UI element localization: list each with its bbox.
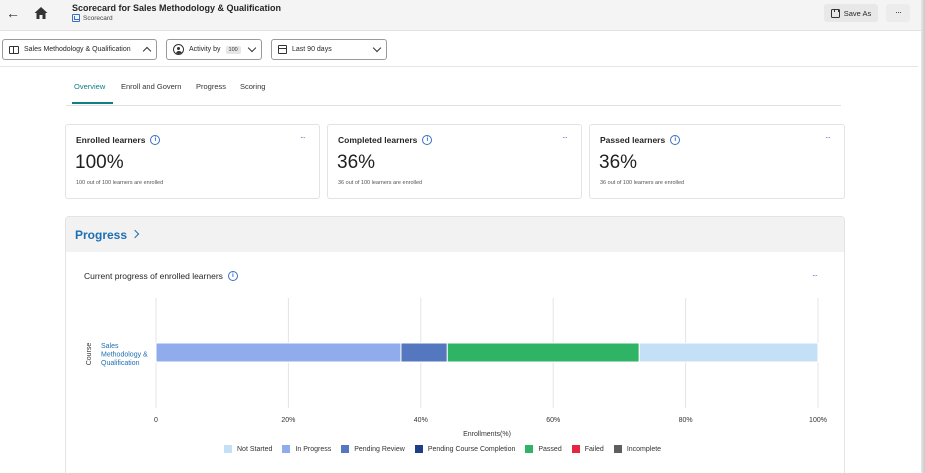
- legend-item[interactable]: Incomplete: [613, 445, 662, 453]
- card-menu-button[interactable]: ···: [825, 133, 831, 142]
- page-subtitle: Scorecard: [72, 14, 113, 22]
- user-icon: [173, 44, 184, 55]
- chevron-down-icon: [247, 43, 257, 53]
- save-as-label: Save As: [843, 8, 872, 18]
- legend-item[interactable]: Pending Course Completion: [414, 445, 516, 453]
- book-icon: [9, 45, 19, 54]
- progress-panel-header: [66, 217, 844, 252]
- kpi-title: Passed learners: [600, 135, 666, 145]
- kpi-heading: Completed learners i: [338, 135, 433, 145]
- legend-item[interactable]: In Progress: [282, 445, 331, 453]
- progress-panel: Progress Current progress of enrolled le…: [65, 216, 845, 473]
- legend-label: Failed: [584, 445, 604, 453]
- tab-progress[interactable]: Progress: [196, 82, 226, 91]
- info-icon[interactable]: i: [422, 135, 433, 145]
- info-icon[interactable]: i: [670, 135, 681, 145]
- more-options-button[interactable]: ···: [886, 4, 910, 22]
- card-menu-button[interactable]: ···: [300, 133, 306, 142]
- save-icon: [830, 8, 840, 18]
- course-filter-dropdown[interactable]: Sales Methodology & Qualification: [2, 39, 157, 60]
- kpi-heading: Enrolled learners i: [76, 135, 161, 145]
- kpi-note: 36 out of 100 learners are enrolled: [338, 180, 423, 186]
- legend-swatch: [613, 445, 622, 453]
- tab-enroll-and-govern[interactable]: Enroll and Govern: [121, 82, 181, 91]
- legend-label: Passed: [538, 445, 562, 453]
- kpi-note: 100 out of 100 learners are enrolled: [76, 180, 164, 186]
- window-edge: [921, 0, 925, 473]
- legend-swatch: [282, 445, 291, 453]
- page-title: Scorecard for Sales Methodology & Qualif…: [72, 3, 282, 13]
- legend-swatch: [224, 445, 232, 453]
- date-range-dropdown[interactable]: Last 90 days: [271, 39, 387, 60]
- chart-title: Current progress of enrolled learners: [84, 271, 223, 281]
- kpi-note: 36 out of 100 learners are enrolled: [600, 180, 685, 186]
- legend-item[interactable]: Pending Review: [341, 445, 405, 453]
- legend-swatch: [525, 445, 534, 453]
- activity-filter-dropdown[interactable]: Activity by 100: [166, 39, 262, 60]
- scorecard-icon: [72, 14, 80, 22]
- divider: [0, 66, 918, 67]
- chevron-up-icon: [142, 46, 152, 56]
- kpi-card-passed: Passed learners i ··· 36% 36 out of 100 …: [589, 124, 845, 199]
- kpi-card-completed: Completed learners i ··· 36% 36 out of 1…: [327, 124, 582, 199]
- tab-overview[interactable]: Overview: [74, 82, 105, 91]
- legend-label: Pending Course Completion: [427, 445, 516, 453]
- legend-label: Incomplete: [626, 445, 662, 453]
- card-menu-button[interactable]: ···: [562, 133, 568, 142]
- legend-label: In Progress: [295, 445, 332, 453]
- legend-label: Pending Review: [354, 445, 405, 453]
- date-range-value: Last 90 days: [292, 46, 332, 53]
- save-as-button[interactable]: Save As: [824, 4, 878, 22]
- legend-swatch: [571, 445, 580, 453]
- tab-bar: Overview Enroll and Govern Progress Scor…: [66, 80, 841, 106]
- legend-item[interactable]: Failed: [571, 445, 604, 453]
- legend-item[interactable]: Not Started: [224, 445, 272, 453]
- top-bar: ← Scorecard for Sales Methodology & Qual…: [0, 0, 925, 31]
- home-icon[interactable]: [31, 4, 51, 22]
- chart-legend: Not Started In Progress Pending Review Pend…: [224, 445, 661, 453]
- kpi-card-enrolled: Enrolled learners i ··· 100% 100 out of …: [65, 124, 320, 199]
- page-subtitle-label: Scorecard: [83, 14, 113, 22]
- kpi-value: 36%: [337, 152, 376, 173]
- calendar-icon: [278, 45, 287, 54]
- legend-item[interactable]: Passed: [525, 445, 562, 453]
- legend-swatch: [414, 445, 423, 453]
- info-icon[interactable]: i: [227, 271, 238, 281]
- kpi-title: Enrolled learners: [76, 135, 146, 145]
- activity-count-badge: 100: [225, 45, 241, 54]
- progress-section-link[interactable]: Progress: [75, 228, 127, 242]
- kpi-title: Completed learners: [338, 135, 418, 145]
- kpi-value: 100%: [75, 152, 124, 173]
- chart-heading: Current progress of enrolled learners i: [84, 271, 238, 281]
- kpi-value: 36%: [599, 152, 638, 173]
- back-arrow-icon[interactable]: ←: [4, 4, 22, 22]
- legend-swatch: [341, 445, 350, 453]
- course-filter-value: Sales Methodology & Qualification: [24, 46, 131, 53]
- tab-scoring[interactable]: Scoring: [240, 82, 265, 91]
- chevron-down-icon: [372, 43, 382, 53]
- active-tab-indicator: [72, 102, 113, 104]
- kpi-heading: Passed learners i: [600, 135, 681, 145]
- info-icon[interactable]: i: [150, 135, 161, 145]
- chart-menu-button[interactable]: ···: [812, 271, 818, 280]
- activity-filter-label: Activity by: [189, 46, 221, 53]
- legend-label: Not Started: [237, 445, 273, 453]
